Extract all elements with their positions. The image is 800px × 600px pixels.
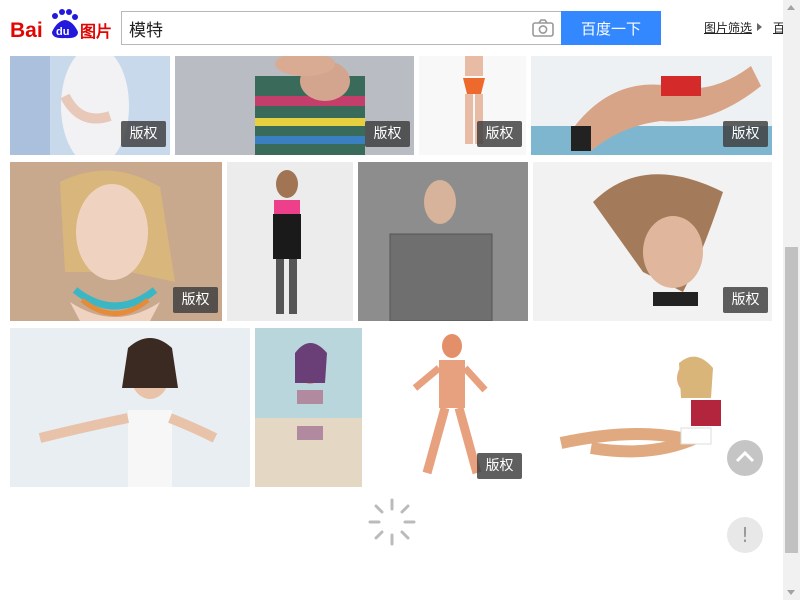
image-result[interactable]: 版权: [10, 162, 222, 321]
image-result[interactable]: [227, 162, 353, 321]
header: Bai du 图片 百度一下 图片筛选 百: [0, 0, 783, 56]
caret-right-icon: [757, 23, 762, 31]
image-filter-link[interactable]: 图片筛选: [704, 19, 752, 36]
copyright-badge: 版权: [723, 287, 768, 313]
svg-text:Bai: Bai: [10, 19, 43, 42]
copyright-badge: 版权: [121, 121, 166, 147]
copyright-badge: 版权: [173, 287, 218, 313]
image-result[interactable]: 版权: [419, 56, 526, 155]
copyright-badge: 版权: [723, 121, 768, 147]
scrollbar[interactable]: [783, 0, 800, 600]
search-box: [121, 11, 561, 45]
loading-spinner-icon: [366, 496, 418, 548]
model-photo-image: [255, 328, 362, 487]
image-result[interactable]: [358, 162, 528, 321]
image-result[interactable]: 版权: [367, 328, 526, 487]
image-result[interactable]: 版权: [533, 162, 772, 321]
scrollbar-thumb[interactable]: [785, 247, 798, 553]
scroll-up-arrow-icon[interactable]: [787, 5, 795, 10]
baidu-logo-icon: Bai du 图片: [10, 9, 112, 42]
copyright-badge: 版权: [477, 121, 522, 147]
image-result[interactable]: [10, 328, 250, 487]
image-result[interactable]: 版权: [10, 56, 170, 155]
image-result[interactable]: 版权: [175, 56, 414, 155]
model-photo-image: [227, 162, 353, 321]
model-photo-image: [10, 328, 250, 487]
baidu-images-logo[interactable]: Bai du 图片: [10, 6, 114, 46]
copyright-badge: 版权: [365, 121, 410, 147]
search-button[interactable]: 百度一下: [561, 11, 661, 45]
model-photo-image: [358, 162, 528, 321]
image-result[interactable]: [255, 328, 362, 487]
chevron-up-icon: [735, 450, 755, 463]
svg-text:图片: 图片: [80, 22, 112, 41]
copyright-badge: 版权: [477, 453, 522, 479]
back-to-top-button[interactable]: [727, 440, 763, 476]
more-link[interactable]: 百: [773, 19, 783, 36]
scroll-down-arrow-icon[interactable]: [787, 590, 795, 595]
image-result[interactable]: 版权: [531, 56, 772, 155]
feedback-button[interactable]: !: [727, 517, 763, 553]
search-input[interactable]: [122, 12, 536, 44]
svg-text:du: du: [56, 26, 69, 38]
camera-icon[interactable]: [531, 18, 555, 38]
